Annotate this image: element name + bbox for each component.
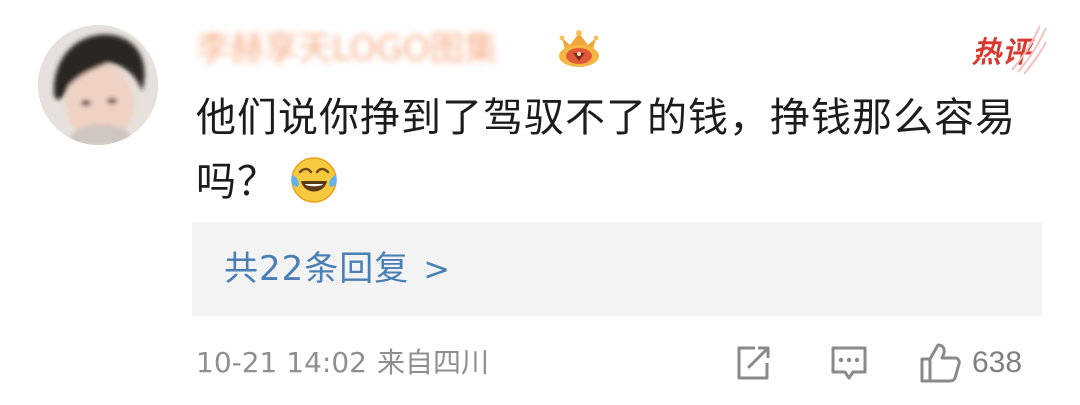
like-button[interactable]: 638 xyxy=(918,340,1022,386)
comment-timestamp: 10-21 14:02 xyxy=(196,346,367,379)
comment-icon xyxy=(831,346,867,380)
share-button[interactable] xyxy=(733,340,773,386)
comment-card: 李赫享天LOGO图集 热评 他们说你挣到了驾驭不了的钱，挣钱那么容易吗？ 共22… xyxy=(0,0,1080,405)
flame-swoosh-icon xyxy=(1011,25,1047,75)
crown-medal-icon[interactable] xyxy=(554,28,604,70)
avatar[interactable] xyxy=(38,25,158,145)
hot-comment-tag: 热评 xyxy=(972,25,1047,75)
comment-location: 来自四川 xyxy=(376,346,489,379)
comment-text: 他们说你挣到了驾驭不了的钱，挣钱那么容易吗？ xyxy=(196,86,1036,214)
thumbs-up-icon xyxy=(920,343,961,383)
replies-count-label: 共22条回复 xyxy=(224,249,410,289)
comment-meta: 10-21 14:02 来自四川 xyxy=(196,340,489,386)
like-count: 638 xyxy=(972,346,1023,379)
reply-button[interactable] xyxy=(828,340,870,386)
share-icon xyxy=(737,346,770,380)
laugh-cry-emoji-icon xyxy=(291,157,337,203)
view-replies-button[interactable]: 共22条回复 > xyxy=(192,222,1042,316)
chevron-right-icon: > xyxy=(423,250,451,288)
username[interactable]: 李赫享天LOGO图集 xyxy=(196,27,498,71)
avatar-image xyxy=(38,25,158,145)
